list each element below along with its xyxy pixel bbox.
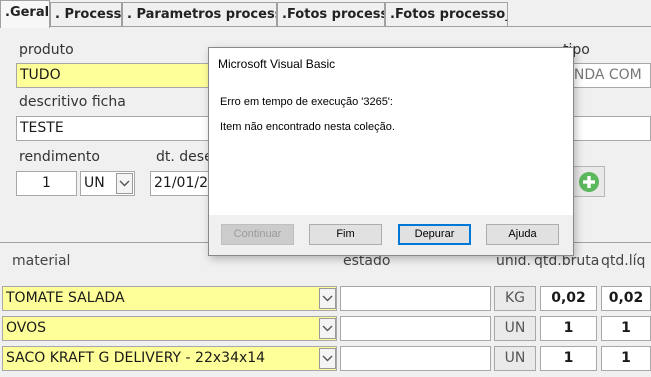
dt-dese-field[interactable]: 21/01/20 xyxy=(150,171,210,196)
ajuda-button[interactable]: Ajuda xyxy=(486,224,559,245)
tab-label: .Fotos processo_2 xyxy=(390,7,508,22)
unid-cell: KG xyxy=(494,286,536,311)
continuar-button[interactable]: Continuar xyxy=(221,224,294,245)
dt-dese-label: dt. dese xyxy=(156,149,213,165)
material-dropdown-button[interactable] xyxy=(319,318,336,339)
material-cell[interactable]: TOMATE SALADA xyxy=(2,286,337,311)
qtd-liq-cell[interactable]: 0,02 xyxy=(601,286,651,311)
chevron-down-icon xyxy=(119,180,130,187)
tab-fotos-processo-2[interactable]: .Fotos processo_2 xyxy=(385,2,508,27)
qtd-bruta-cell[interactable]: 1 xyxy=(540,346,597,371)
dialog-button-bar: Continuar Fim Depurar Ajuda xyxy=(209,215,573,255)
plus-circle-icon xyxy=(579,171,599,192)
materials-grid: material estado unid. qtd.bruta qtd.líq … xyxy=(0,242,651,377)
unidade-value: UN xyxy=(84,175,105,191)
estado-cell[interactable] xyxy=(340,346,491,371)
descritivo-label: descritivo ficha xyxy=(19,94,126,110)
dialog-body: Erro em tempo de execução '3265': Item n… xyxy=(209,79,573,215)
unid-cell: UN xyxy=(494,346,536,371)
qtd-liq-cell[interactable]: 1 xyxy=(601,316,651,341)
chevron-down-icon xyxy=(322,325,333,332)
rendimento-label: rendimento xyxy=(19,149,100,165)
add-button[interactable] xyxy=(573,166,605,197)
error-message-text: Item não encontrado nesta coleção. xyxy=(220,121,395,133)
descritivo-field[interactable]: TESTE xyxy=(16,116,216,141)
qtd-bruta-cell[interactable]: 1 xyxy=(540,316,597,341)
rendimento-field[interactable]: 1 xyxy=(16,171,77,196)
material-cell[interactable]: SACO KRAFT G DELIVERY - 22x34x14 xyxy=(2,346,337,371)
material-dropdown-button[interactable] xyxy=(319,348,336,369)
column-header-qtd-liq: qtd.líq xyxy=(601,253,646,269)
material-dropdown-button[interactable] xyxy=(319,288,336,309)
depurar-button[interactable]: Depurar xyxy=(398,224,471,245)
tab-processo[interactable]: . Processo xyxy=(50,2,122,27)
form-window: .Geral . Processo . Parametros processo … xyxy=(0,0,651,377)
vb-error-dialog: Microsoft Visual Basic Erro em tempo de … xyxy=(208,47,574,256)
unid-cell: UN xyxy=(494,316,536,341)
estado-cell[interactable] xyxy=(340,316,491,341)
qtd-liq-cell[interactable]: 1 xyxy=(601,346,651,371)
chevron-down-icon xyxy=(322,355,333,362)
qtd-bruta-cell[interactable]: 0,02 xyxy=(540,286,597,311)
produto-label: produto xyxy=(19,42,74,58)
error-code-text: Erro em tempo de execução '3265': xyxy=(220,96,393,108)
produto-field[interactable]: TUDO xyxy=(16,63,216,88)
material-cell[interactable]: OVOS xyxy=(2,316,337,341)
tab-parametros-processo[interactable]: . Parametros processo xyxy=(122,2,277,27)
tab-label: . Processo xyxy=(55,7,122,22)
fim-button[interactable]: Fim xyxy=(309,224,382,245)
dialog-title: Microsoft Visual Basic xyxy=(209,48,573,79)
tab-label: . Parametros processo xyxy=(127,7,277,22)
tab-label: .Geral xyxy=(5,5,50,20)
tab-geral[interactable]: .Geral xyxy=(0,0,50,28)
column-header-material: material xyxy=(12,253,71,269)
tab-strip: .Geral . Processo . Parametros processo … xyxy=(0,0,651,28)
chevron-down-icon xyxy=(322,295,333,302)
unidade-dropdown-button[interactable] xyxy=(116,173,133,194)
tab-label: .Fotos processo xyxy=(282,7,384,22)
tab-fotos-processo[interactable]: .Fotos processo xyxy=(277,2,385,27)
estado-cell[interactable] xyxy=(340,286,491,311)
